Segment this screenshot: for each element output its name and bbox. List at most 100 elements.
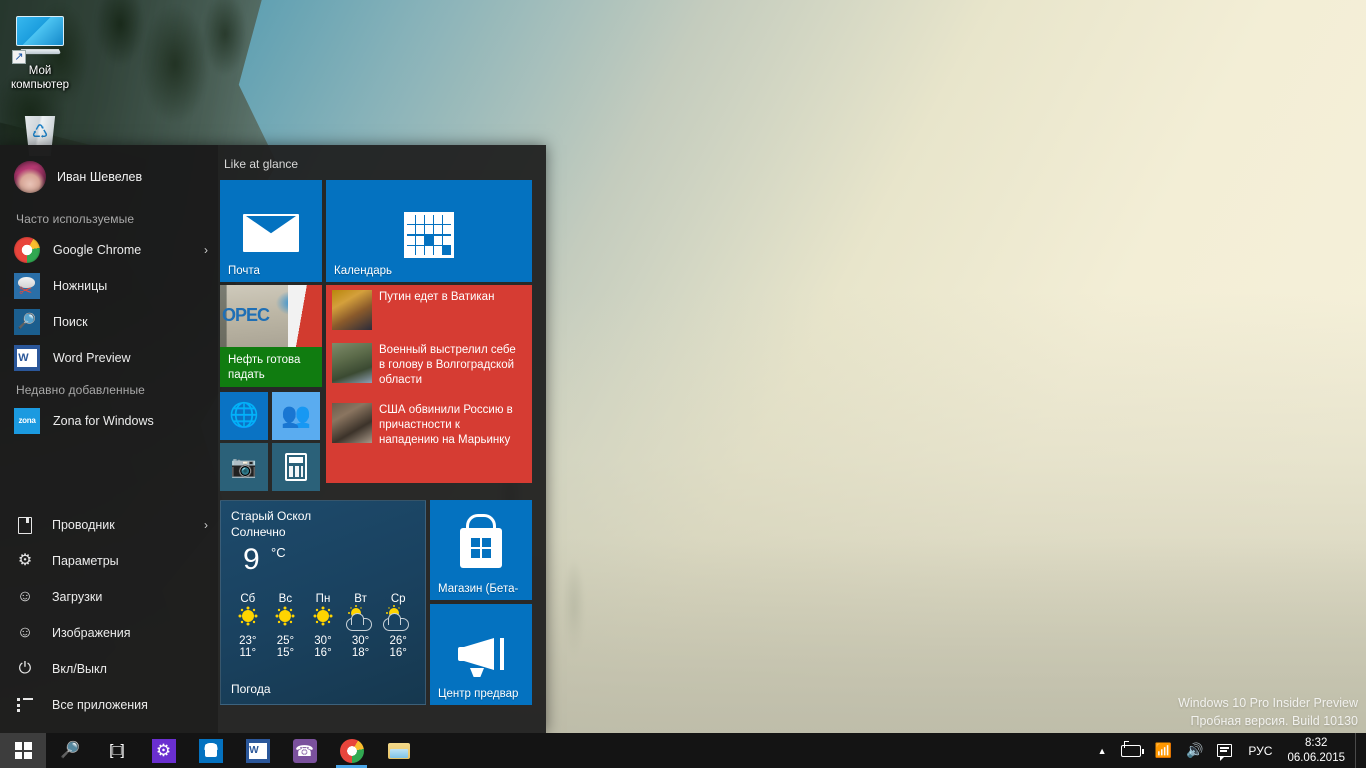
app-item-word-preview[interactable]: Word Preview — [0, 340, 218, 376]
start-button[interactable] — [0, 733, 46, 768]
app-label: Word Preview — [53, 351, 131, 365]
forecast-high: 30° — [351, 635, 370, 647]
explorer-taskbar-button[interactable] — [375, 733, 422, 768]
left-panel-spacer — [0, 439, 218, 507]
action-center-icon[interactable] — [1210, 733, 1239, 768]
store-icon — [198, 738, 223, 763]
oil-photo: OPEC — [220, 285, 322, 347]
nav-item-power[interactable]: ⏻ Вкл/Выкл — [0, 651, 218, 687]
store-icon — [460, 528, 502, 568]
desktop-icon-label-line2: компьютер — [11, 79, 69, 91]
tile-label: Магазин (Бета- — [438, 583, 519, 595]
forecast-low: 18° — [351, 647, 370, 659]
nav-item-pictures[interactable]: ☺ Изображения — [0, 615, 218, 651]
viber-taskbar-button[interactable] — [281, 733, 328, 768]
chevron-right-icon[interactable]: › — [204, 243, 208, 257]
calendar-icon — [404, 212, 454, 258]
news-headline: Путин едет в Ватикан — [379, 291, 495, 303]
clock-time: 8:32 — [1305, 736, 1328, 749]
tile-insider-hub[interactable]: Центр предвар — [430, 604, 532, 705]
chevron-right-icon[interactable]: › — [204, 518, 208, 532]
desktop-icon-my-computer[interactable]: ↗ Мой компьютер — [2, 10, 78, 92]
forecast-high: 25° — [276, 635, 295, 647]
tile-camera[interactable]: 📷 — [220, 443, 268, 491]
tile-news[interactable]: Путин едет в Ватикан Военный выстрелил с… — [326, 285, 532, 483]
chrome-taskbar-button[interactable] — [328, 733, 375, 768]
task-view-button[interactable]: [□] — [93, 733, 140, 768]
avatar[interactable] — [14, 161, 46, 193]
app-item-search[interactable]: Поиск — [0, 304, 218, 340]
forecast-day-name: Ср — [390, 593, 406, 605]
tile-store[interactable]: Магазин (Бета- — [430, 500, 532, 600]
news-item[interactable]: США обвинили Россию в причастности к нап… — [332, 403, 517, 448]
news-headline: Военный выстрелил себе в голову в Волгог… — [379, 344, 516, 386]
tiles-group-header: Like at glance — [224, 157, 299, 171]
app-label: Google Chrome — [53, 243, 142, 257]
news-item[interactable]: Военный выстрелил себе в голову в Волгог… — [332, 343, 517, 388]
forecast-low: 15° — [276, 647, 295, 659]
news-item[interactable]: Путин едет в Ватикан — [332, 290, 494, 330]
tray-expand-button[interactable]: ▲ — [1091, 733, 1114, 768]
weather-condition: Солнечно — [231, 525, 286, 539]
forecast-day-name: Вт — [354, 593, 367, 605]
windows-watermark: Windows 10 Pro Insider Preview Пробная в… — [1178, 694, 1358, 730]
tile-weather[interactable]: Старый Оскол Солнечно 9 °C Сб 23° 11° Вс… — [220, 500, 426, 705]
forecast-day: Ср 26° 16° — [379, 593, 417, 659]
nav-item-all-apps[interactable]: Все приложения — [0, 687, 218, 723]
system-tray: ▲ 📶 🔊 РУС 8:32 06.06.2015 — [1091, 733, 1366, 768]
store-taskbar-button[interactable] — [187, 733, 234, 768]
tile-label: Календарь — [334, 265, 393, 277]
tile-calculator[interactable] — [272, 443, 320, 491]
app-item-google-chrome[interactable]: Google Chrome › — [0, 232, 218, 268]
user-name-label: Иван Шевелев — [57, 170, 143, 184]
nav-item-downloads[interactable]: ☺ Загрузки — [0, 579, 218, 615]
tile-news-oil[interactable]: OPEC Нефть готова падать — [220, 285, 322, 387]
language-indicator[interactable]: РУС — [1239, 733, 1281, 768]
news-thumbnail — [332, 290, 372, 330]
app-label: Поиск — [53, 315, 88, 329]
tile-calendar[interactable]: Календарь — [326, 180, 532, 282]
section-header-frequent: Часто используемые — [16, 212, 135, 226]
tile-label: Центр предвар — [438, 688, 519, 700]
app-item-snipping-tool[interactable]: Ножницы — [0, 268, 218, 304]
nav-label: Изображения — [52, 626, 131, 640]
section-header-recent: Недавно добавленные — [16, 383, 145, 397]
nav-item-explorer[interactable]: Проводник › — [0, 507, 218, 543]
forecast-high: 23° — [239, 635, 257, 647]
clock[interactable]: 8:32 06.06.2015 — [1281, 736, 1355, 766]
folder-icon — [14, 514, 36, 536]
weather-temperature: 9 — [243, 543, 260, 576]
settings-taskbar-button[interactable] — [140, 733, 187, 768]
chrome-icon — [339, 738, 364, 763]
volume-icon[interactable]: 🔊 — [1179, 733, 1210, 768]
word-icon — [245, 738, 270, 763]
partly-cloudy-icon — [379, 607, 417, 633]
search-app-icon — [14, 309, 40, 335]
tile-mail[interactable]: Почта — [220, 180, 322, 282]
wifi-icon[interactable]: 📶 — [1148, 733, 1179, 768]
weather-forecast-row: Сб 23° 11° Вс 25° 15° Пн 30° 16° Вт 30° … — [229, 593, 417, 659]
my-computer-icon: ↗ — [2, 10, 78, 64]
start-menu-left-panel: Иван Шевелев Часто используемые Google C… — [0, 145, 218, 733]
tile-edge[interactable]: 🌐 — [220, 392, 268, 440]
app-item-zona[interactable]: zona Zona for Windows — [0, 403, 218, 439]
user-account-row[interactable]: Иван Шевелев — [0, 145, 218, 205]
forecast-day: Вс 25° 15° — [267, 593, 305, 659]
nav-item-settings[interactable]: ⚙ Параметры — [0, 543, 218, 579]
nav-label: Вкл/Выкл — [52, 662, 107, 676]
clock-date: 06.06.2015 — [1287, 751, 1345, 764]
show-desktop-button[interactable] — [1355, 733, 1362, 768]
forecast-day: Пн 30° 16° — [304, 593, 342, 659]
power-icon: ⏻ — [18, 660, 32, 677]
pictures-icon: ☺ — [16, 624, 34, 641]
forecast-low: 11° — [239, 647, 257, 659]
word-taskbar-button[interactable] — [234, 733, 281, 768]
taskbar[interactable]: 🔍 [□] ▲ 📶 🔊 РУС 8:32 06.06.2015 — [0, 733, 1366, 768]
start-menu[interactable]: Иван Шевелев Часто используемые Google C… — [0, 145, 546, 733]
calculator-icon — [285, 453, 307, 481]
tile-people[interactable]: 👥 — [272, 392, 320, 440]
nav-label: Загрузки — [52, 590, 103, 604]
app-label: Ножницы — [53, 279, 108, 293]
battery-icon[interactable] — [1114, 733, 1148, 768]
search-taskbar-button[interactable]: 🔍 — [46, 733, 93, 768]
